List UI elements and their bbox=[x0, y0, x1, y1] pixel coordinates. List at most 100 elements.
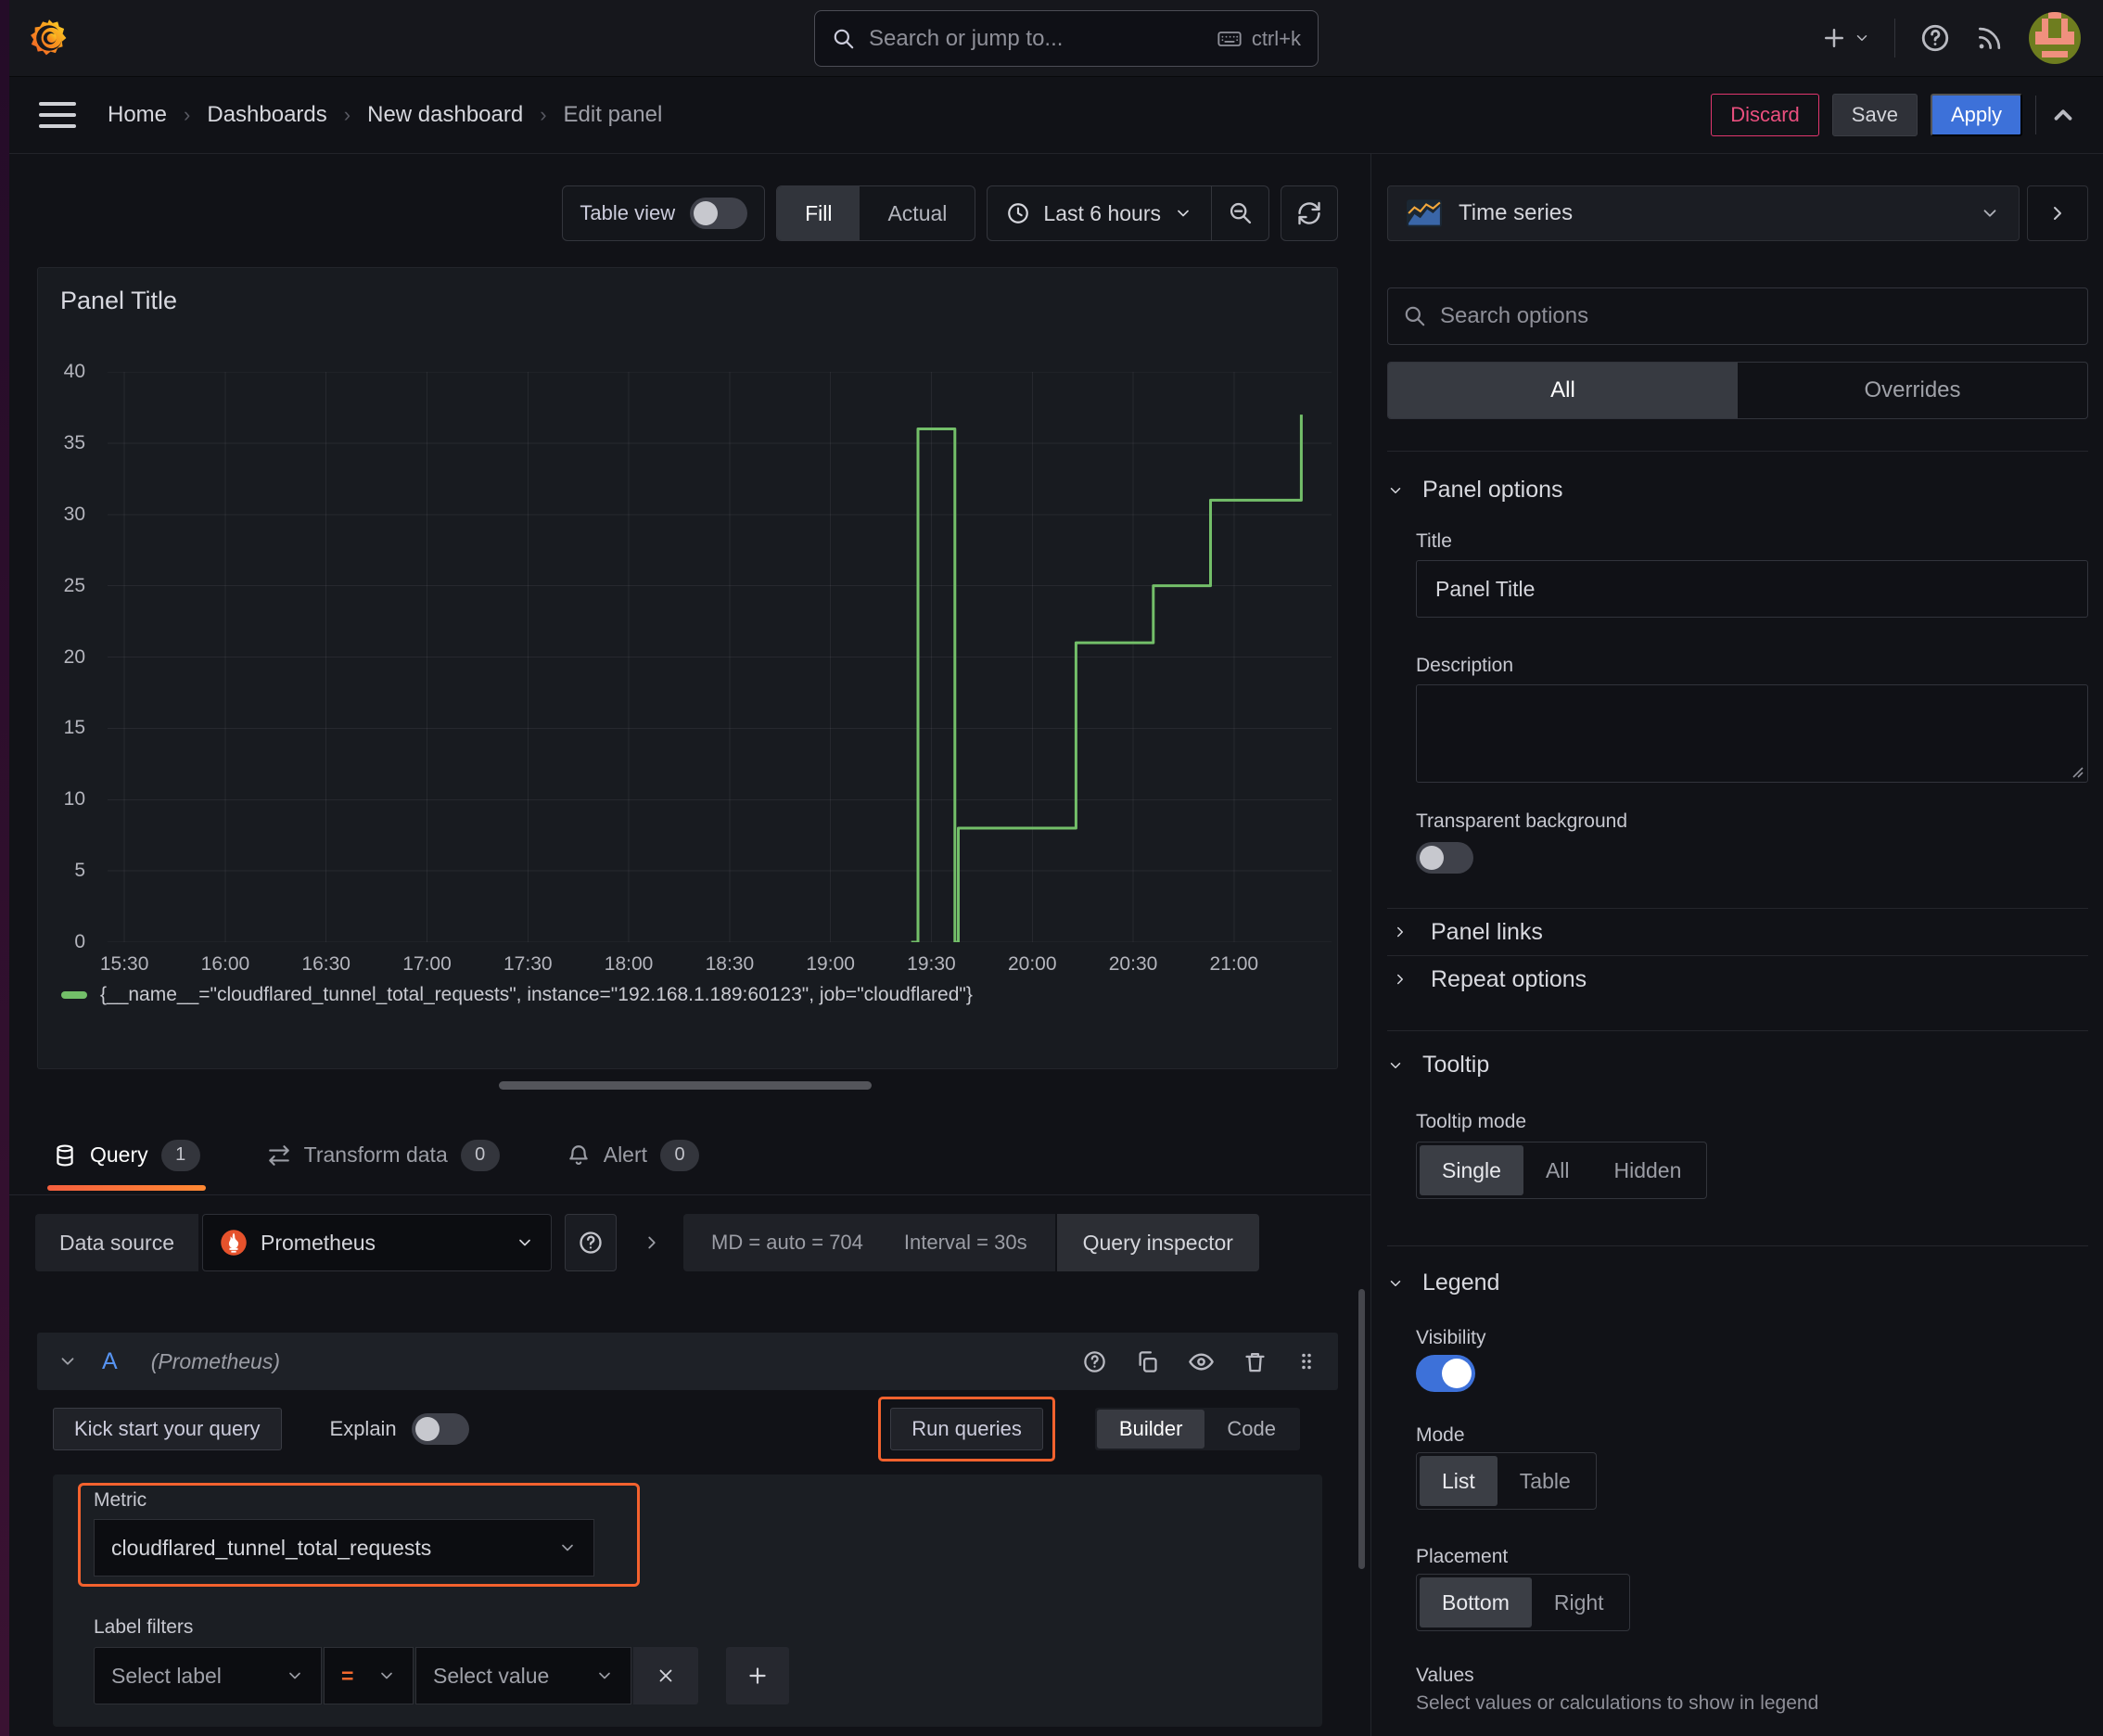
collapse-header-button[interactable] bbox=[2049, 101, 2077, 129]
options-search-input[interactable]: Search options bbox=[1387, 287, 2088, 345]
repeat-options-title: Repeat options bbox=[1431, 965, 1587, 992]
apply-button[interactable]: Apply bbox=[1930, 94, 2022, 136]
placement-right[interactable]: Right bbox=[1532, 1577, 1626, 1628]
panel-options-section-header[interactable]: Panel options bbox=[1387, 469, 2088, 511]
discard-button[interactable]: Discard bbox=[1711, 94, 1819, 136]
plus-icon bbox=[749, 1667, 766, 1684]
y-tick-label: 20 bbox=[63, 645, 85, 668]
placement-label: Placement bbox=[1416, 1546, 1509, 1567]
breadcrumb-dashboards[interactable]: Dashboards bbox=[207, 102, 326, 128]
vertical-scrollbar[interactable] bbox=[1358, 1289, 1365, 1569]
fill-option[interactable]: Fill bbox=[777, 186, 860, 240]
active-tab-underline bbox=[47, 1185, 206, 1191]
search-placeholder: Search or jump to... bbox=[869, 25, 1064, 51]
resize-handle-icon[interactable] bbox=[2069, 763, 2084, 778]
explain-control: Explain bbox=[330, 1413, 469, 1445]
select-label-placeholder: Select label bbox=[111, 1663, 222, 1688]
tab-alert[interactable]: Alert 0 bbox=[567, 1116, 700, 1194]
builder-option[interactable]: Builder bbox=[1096, 1410, 1205, 1449]
legend-mode-table[interactable]: Table bbox=[1498, 1456, 1593, 1506]
select-value-dropdown[interactable]: Select value bbox=[415, 1647, 631, 1704]
eye-icon[interactable] bbox=[1188, 1348, 1215, 1375]
repeat-options-section-header[interactable]: Repeat options bbox=[1387, 956, 2088, 1002]
legend-series-color bbox=[61, 991, 87, 999]
plus-icon bbox=[1825, 29, 1843, 47]
remove-filter-button[interactable] bbox=[633, 1647, 698, 1704]
legend-series-name[interactable]: {__name__="cloudflared_tunnel_total_requ… bbox=[100, 984, 973, 1006]
zoom-out-time-button[interactable] bbox=[1211, 186, 1268, 240]
chart-plot-area[interactable] bbox=[108, 372, 1332, 942]
options-sidebar: Time series Search options All Overrides… bbox=[1370, 154, 2103, 1736]
tab-overrides[interactable]: Overrides bbox=[1738, 363, 2087, 418]
question-circle-icon[interactable] bbox=[1082, 1349, 1107, 1374]
datasource-label: Data source bbox=[35, 1214, 199, 1271]
operator-value: = bbox=[341, 1663, 354, 1688]
refresh-button[interactable] bbox=[1281, 185, 1338, 241]
chevron-down-icon bbox=[1983, 210, 1996, 217]
operator-dropdown[interactable]: = bbox=[324, 1647, 414, 1704]
panel-links-section-header[interactable]: Panel links bbox=[1387, 909, 2088, 955]
divider bbox=[2035, 96, 2036, 134]
help-button[interactable] bbox=[1919, 22, 1951, 54]
transparent-background-toggle[interactable] bbox=[1416, 842, 1473, 874]
explain-toggle[interactable] bbox=[411, 1413, 469, 1445]
time-range-control: Last 6 hours bbox=[987, 185, 1269, 241]
refresh-icon bbox=[1298, 201, 1320, 225]
query-inspector-button[interactable]: Query inspector bbox=[1056, 1214, 1259, 1271]
tab-query[interactable]: Query 1 bbox=[47, 1116, 206, 1194]
horizontal-scrollbar[interactable] bbox=[499, 1081, 872, 1090]
collapse-pane-button[interactable] bbox=[2027, 185, 2088, 241]
label-filters-label: Label filters bbox=[94, 1616, 194, 1638]
window-edge bbox=[0, 0, 9, 1736]
title-input[interactable]: Panel Title bbox=[1416, 560, 2088, 618]
x-tick-label: 16:00 bbox=[200, 953, 250, 975]
select-label-dropdown[interactable]: Select label bbox=[94, 1647, 322, 1704]
interval-stat: Interval = 30s bbox=[903, 1231, 1027, 1254]
add-filter-button[interactable] bbox=[726, 1647, 789, 1704]
tooltip-mode-single[interactable]: Single bbox=[1420, 1145, 1523, 1195]
menu-toggle-button[interactable] bbox=[39, 102, 76, 128]
placement-bottom[interactable]: Bottom bbox=[1420, 1577, 1532, 1628]
drag-handle-icon[interactable] bbox=[1295, 1350, 1318, 1372]
chevron-down-icon[interactable] bbox=[57, 1351, 78, 1372]
tooltip-mode-label: Tooltip mode bbox=[1416, 1111, 1527, 1132]
time-range-label: Last 6 hours bbox=[1043, 200, 1161, 225]
table-view-toggle[interactable] bbox=[690, 198, 748, 229]
divider bbox=[1387, 1030, 2088, 1031]
duplicate-icon[interactable] bbox=[1135, 1349, 1160, 1374]
x-tick-label: 20:30 bbox=[1108, 953, 1158, 975]
explain-label: Explain bbox=[329, 1417, 397, 1440]
datasource-help-button[interactable] bbox=[565, 1214, 618, 1271]
run-queries-button[interactable]: Run queries bbox=[890, 1408, 1043, 1450]
description-textarea[interactable] bbox=[1416, 684, 2088, 783]
grafana-logo-icon[interactable] bbox=[28, 16, 70, 60]
visualization-picker[interactable]: Time series bbox=[1387, 185, 2020, 241]
expand-options-button[interactable] bbox=[631, 1214, 672, 1271]
global-search-input[interactable]: Search or jump to... ctrl+k bbox=[814, 10, 1319, 67]
breadcrumb-home[interactable]: Home bbox=[108, 102, 167, 128]
time-range-picker[interactable]: Last 6 hours bbox=[988, 201, 1211, 226]
tooltip-mode-hidden[interactable]: Hidden bbox=[1592, 1145, 1704, 1195]
avatar[interactable] bbox=[2029, 12, 2081, 64]
news-button[interactable] bbox=[1975, 23, 2005, 53]
trash-icon[interactable] bbox=[1243, 1349, 1268, 1374]
x-tick-label: 17:00 bbox=[402, 953, 452, 975]
legend-section-header[interactable]: Legend bbox=[1387, 1262, 2088, 1304]
tooltip-mode-all[interactable]: All bbox=[1523, 1145, 1592, 1195]
legend-visibility-toggle[interactable] bbox=[1416, 1355, 1475, 1392]
tooltip-section-header[interactable]: Tooltip bbox=[1387, 1044, 2088, 1086]
tab-all[interactable]: All bbox=[1388, 363, 1738, 418]
datasource-picker[interactable]: Prometheus bbox=[202, 1214, 553, 1271]
new-dropdown-button[interactable] bbox=[1820, 24, 1870, 52]
save-button[interactable]: Save bbox=[1831, 94, 1918, 136]
metric-select[interactable]: cloudflared_tunnel_total_requests bbox=[94, 1519, 594, 1576]
breadcrumb-new-dashboard[interactable]: New dashboard bbox=[367, 102, 523, 128]
keyboard-icon bbox=[1217, 31, 1242, 46]
code-option[interactable]: Code bbox=[1204, 1410, 1298, 1449]
actual-option[interactable]: Actual bbox=[860, 186, 975, 240]
legend-mode-list[interactable]: List bbox=[1420, 1456, 1498, 1506]
query-row-a[interactable]: A (Prometheus) bbox=[37, 1333, 1338, 1390]
kick-start-query-button[interactable]: Kick start your query bbox=[53, 1408, 282, 1450]
chevron-right-icon bbox=[1397, 974, 1403, 985]
tab-transform-data[interactable]: Transform data 0 bbox=[267, 1116, 500, 1194]
